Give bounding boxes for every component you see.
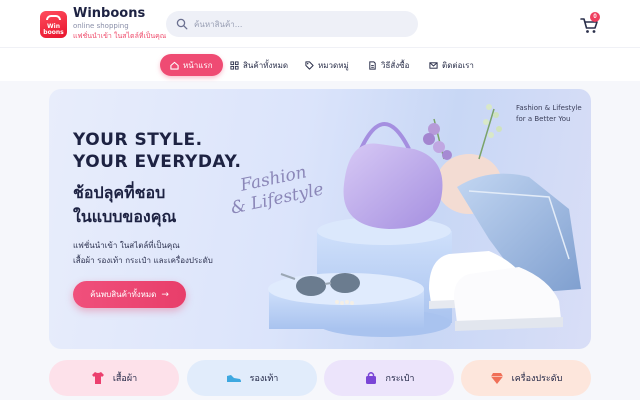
brand-name[interactable]: Winboons	[73, 6, 145, 21]
logo-text: Win boons	[43, 23, 64, 36]
arrow-right-icon: →	[161, 289, 169, 300]
search-icon	[176, 18, 188, 30]
cart-count-badge: 0	[590, 12, 600, 22]
sneaker-icon	[226, 375, 241, 382]
nav-item-home[interactable]: หน้าแรก	[160, 54, 223, 76]
gem-icon	[490, 372, 503, 384]
hero-desc-line-2: เสื้อผ้า รองเท้า กระเป๋า และเครื่องประดั…	[73, 256, 213, 265]
nav-label: วิธีสั่งซื้อ	[381, 60, 410, 70]
tag-icon	[305, 60, 314, 70]
bag-icon	[365, 372, 376, 384]
category-bags[interactable]: กระเป๋า	[324, 360, 454, 396]
corner-tagline: Fashion & Lifestyle for a Better You	[516, 103, 582, 125]
hero-thai-line-1: ช้อปลุคที่ชอบ	[73, 183, 166, 202]
hero-headline-line-1: YOUR STYLE.	[73, 130, 203, 150]
category-label: รองเท้า	[249, 374, 279, 384]
corner-tagline-2: for a Better You	[516, 115, 571, 123]
hero-thai-line-2: ในแบบของคุณ	[73, 207, 177, 226]
brand-tagline: แฟชั่นนำเข้า ในสไตล์ที่เป็นคุณ	[73, 32, 167, 40]
shop-all-label: ค้นพบสินค้าทั้งหมด	[90, 290, 157, 299]
main-nav: หน้าแรก สินค้าทั้งหมด หมวดหมู่ วิธีสั่งซ…	[0, 47, 640, 81]
nav-label: สินค้าทั้งหมด	[243, 60, 289, 70]
nav-item-categories[interactable]: หมวดหมู่	[305, 54, 349, 76]
document-icon	[369, 60, 376, 70]
category-label: เครื่องประดับ	[511, 374, 563, 384]
corner-tagline-1: Fashion & Lifestyle	[516, 104, 582, 112]
nav-item-all-products[interactable]: สินค้าทั้งหมด	[230, 54, 288, 76]
shop-all-button[interactable]: ค้นพบสินค้าทั้งหมด →	[73, 281, 186, 308]
hero-desc-line-1: แฟชั่นนำเข้า ในสไตล์ที่เป็นคุณ	[73, 241, 180, 250]
category-shoes[interactable]: รองเท้า	[187, 360, 317, 396]
hero-headline-line-2: YOUR EVERYDAY.	[73, 152, 242, 172]
search-bar	[166, 11, 418, 37]
grid-icon	[230, 60, 239, 70]
brand-logo[interactable]: Win boons	[40, 11, 67, 38]
category-label: กระเป๋า	[385, 374, 415, 384]
search-input[interactable]	[194, 11, 409, 37]
nav-label: หมวดหมู่	[318, 60, 349, 70]
category-label: เสื้อผ้า	[112, 374, 138, 384]
bag-handle-icon	[46, 15, 61, 20]
header: Win boons Winboons online shopping แฟชั่…	[0, 0, 640, 47]
nav-item-how-to-order[interactable]: วิธีสั่งซื้อ	[368, 54, 409, 76]
flower-decoration	[423, 104, 502, 160]
nav-item-contact[interactable]: ติดต่อเรา	[429, 54, 474, 76]
nav-label: ติดต่อเรา	[442, 60, 474, 70]
home-icon	[170, 61, 179, 70]
brand-subtitle: online shopping	[73, 22, 129, 30]
hero-banner: YOUR STYLE. YOUR EVERYDAY. ช้อปลุคที่ชอบ…	[49, 89, 591, 349]
category-jewelry[interactable]: เครื่องประดับ	[461, 360, 591, 396]
shirt-icon	[91, 372, 104, 384]
category-clothing[interactable]: เสื้อผ้า	[49, 360, 179, 396]
nav-label: หน้าแรก	[183, 60, 213, 70]
mail-icon	[429, 61, 438, 69]
hero-headline: YOUR STYLE. YOUR EVERYDAY.	[73, 129, 241, 173]
